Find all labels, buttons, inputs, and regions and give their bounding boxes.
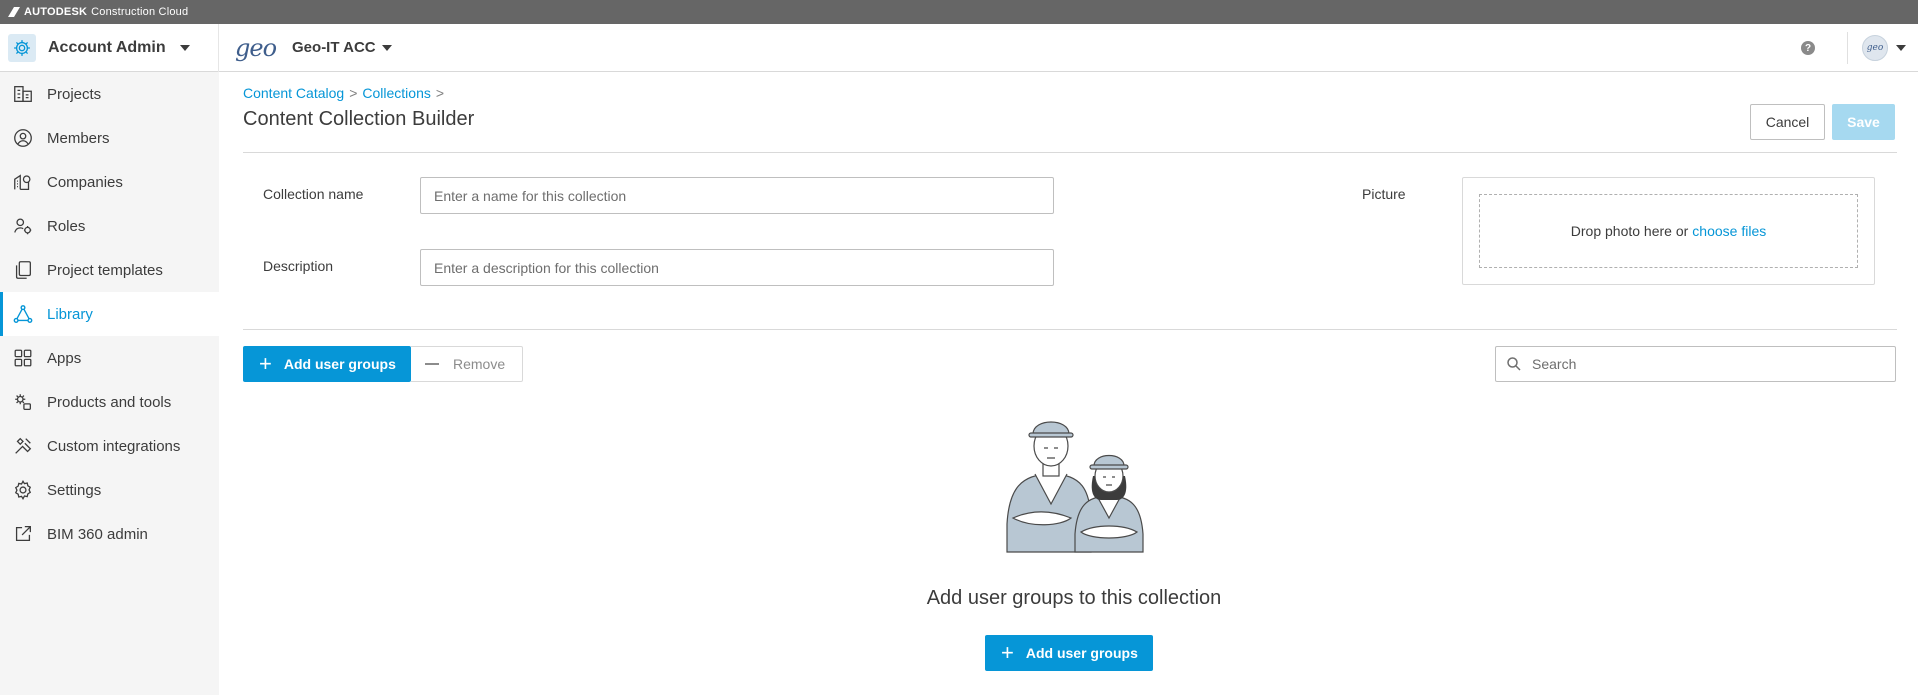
project-switcher[interactable]: geo Geo-IT ACC <box>235 34 392 62</box>
sidebar-item-custom-integrations[interactable]: Custom integrations <box>0 424 219 468</box>
picture-upload: Drop photo here or choose files <box>1462 177 1875 285</box>
brand-name: AUTODESK <box>24 6 88 18</box>
sidebar-item-companies[interactable]: Companies <box>0 160 219 204</box>
description-label: Description <box>263 258 334 274</box>
sidebar-item-label: Products and tools <box>47 393 172 411</box>
brand-bar: AUTODESK Construction Cloud <box>0 0 1918 24</box>
sidebar-item-library[interactable]: Library <box>0 292 219 336</box>
divider <box>243 152 1897 153</box>
plus-icon: + <box>259 351 272 376</box>
account-title: Account Admin <box>48 38 166 56</box>
breadcrumb: Content Catalog > Collections > <box>243 85 449 101</box>
chevron-down-icon[interactable] <box>1896 45 1906 51</box>
sidebar-item-apps[interactable]: Apps <box>0 336 219 380</box>
main-content: Content Catalog > Collections > Content Col… <box>219 72 1918 695</box>
sidebar-item-bim360-admin[interactable]: BIM 360 admin <box>0 512 219 556</box>
settings-icon <box>14 480 32 500</box>
collection-name-input[interactable] <box>420 177 1054 214</box>
minus-icon <box>425 363 439 365</box>
members-icon <box>14 129 32 147</box>
sidebar-item-label: Projects <box>47 85 102 103</box>
sidebar-item-members[interactable]: Members <box>0 116 219 160</box>
photo-drop-zone[interactable]: Drop photo here or choose files <box>1479 194 1858 268</box>
add-user-groups-button[interactable]: + Add user groups <box>243 346 411 382</box>
roles-icon <box>14 218 32 235</box>
chevron-down-icon <box>381 44 392 51</box>
empty-state-message: Add user groups to this collection <box>926 587 1222 609</box>
remove-button[interactable]: Remove <box>411 346 523 382</box>
save-button[interactable]: Save <box>1832 104 1895 140</box>
drop-text: Drop photo here or <box>1570 223 1689 239</box>
search-icon <box>1507 357 1521 371</box>
search-box[interactable] <box>1495 346 1896 382</box>
picture-label: Picture <box>1362 186 1406 202</box>
divider <box>243 329 1897 330</box>
sidebar-item-roles[interactable]: Roles <box>0 204 219 248</box>
collection-name-label: Collection name <box>263 186 364 202</box>
sidebar-item-projects[interactable]: Projects <box>0 72 219 116</box>
sidebar: Projects Members Companies Roles Project… <box>0 72 219 695</box>
project-name: Geo-IT ACC <box>292 39 376 56</box>
sidebar-item-settings[interactable]: Settings <box>0 468 219 512</box>
search-input[interactable] <box>1532 356 1872 372</box>
templates-icon <box>15 261 31 279</box>
brand-product: Construction Cloud <box>91 6 189 18</box>
sidebar-item-label: Project templates <box>47 261 163 279</box>
sidebar-item-products-and-tools[interactable]: Products and tools <box>0 380 219 424</box>
add-user-groups-label: Add user groups <box>283 356 396 372</box>
sidebar-item-label: Companies <box>47 173 123 191</box>
sidebar-item-label: Library <box>47 305 93 323</box>
sidebar-item-label: Members <box>47 129 110 147</box>
cancel-button[interactable]: Cancel <box>1750 104 1825 140</box>
app-header: Account Admin geo Geo-IT ACC ? geo <box>0 23 1918 72</box>
breadcrumb-content-catalog[interactable]: Content Catalog <box>243 85 344 101</box>
chevron-down-icon <box>179 44 190 51</box>
empty-state-add-user-groups-button[interactable]: + Add user groups <box>985 635 1153 671</box>
autodesk-logo-icon <box>8 7 20 17</box>
apps-icon <box>14 349 32 367</box>
sidebar-item-label: BIM 360 admin <box>47 525 148 543</box>
header-divider <box>1847 32 1848 64</box>
plus-icon: + <box>1001 640 1014 665</box>
projects-icon <box>14 86 32 102</box>
external-link-icon <box>15 526 31 542</box>
library-icon <box>13 305 33 323</box>
companies-icon <box>14 174 31 190</box>
admin-gear-icon <box>8 33 36 62</box>
choose-files-link[interactable]: choose files <box>1692 223 1766 239</box>
sidebar-item-label: Apps <box>47 349 82 367</box>
sidebar-item-project-templates[interactable]: Project templates <box>0 248 219 292</box>
breadcrumb-collections[interactable]: Collections <box>362 85 430 101</box>
help-icon[interactable]: ? <box>1801 41 1815 55</box>
construction-workers-illustration <box>1006 421 1144 553</box>
sidebar-item-label: Roles <box>47 217 86 235</box>
project-logo: geo <box>235 33 277 62</box>
breadcrumb-separator: > <box>435 85 445 101</box>
avatar[interactable]: geo <box>1862 35 1888 61</box>
integrations-icon <box>15 437 32 454</box>
add-user-groups-label: Add user groups <box>1025 645 1138 661</box>
products-icon <box>15 394 31 410</box>
page-title: Content Collection Builder <box>243 108 475 130</box>
description-input[interactable] <box>420 249 1054 286</box>
breadcrumb-separator: > <box>349 85 358 101</box>
sidebar-item-label: Custom integrations <box>47 437 181 455</box>
sidebar-item-label: Settings <box>47 481 102 499</box>
remove-label: Remove <box>453 356 506 372</box>
account-switcher[interactable]: Account Admin <box>0 23 219 72</box>
